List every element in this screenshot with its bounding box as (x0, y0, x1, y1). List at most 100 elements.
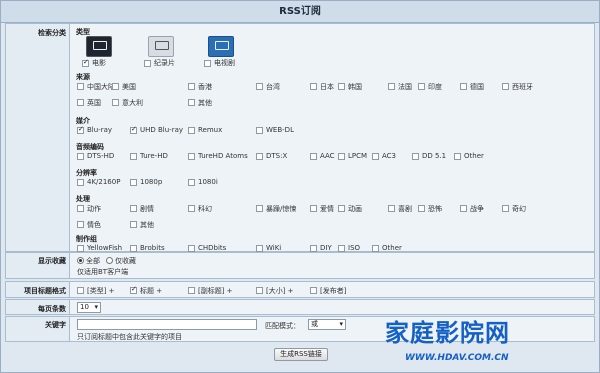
genre2-checkbox-0[interactable] (77, 221, 84, 228)
title-format-checkbox-4[interactable] (310, 287, 317, 294)
type-movie-checkbox[interactable] (82, 58, 89, 67)
source-checkbox-3[interactable] (256, 83, 263, 90)
group-checkbox-4[interactable] (310, 245, 317, 252)
genre-label-7: 恐怖 (428, 205, 442, 213)
page-title: RSS订阅 (1, 1, 599, 23)
audio-checkbox-6[interactable] (372, 153, 379, 160)
resolution-checkbox-2[interactable] (188, 179, 195, 186)
group-label-0: YellowFish (87, 244, 123, 252)
title-format-label-0: [类型] + (87, 287, 115, 295)
group-checkbox-2[interactable] (188, 245, 195, 252)
source-checkbox-0[interactable] (77, 83, 84, 90)
audio-label-4: AAC (320, 152, 335, 160)
source-checkbox-8[interactable] (460, 83, 467, 90)
source-label-5: 韩国 (348, 83, 362, 91)
source-checkbox-4[interactable] (310, 83, 317, 90)
group-checkbox-5[interactable] (338, 245, 345, 252)
title-format-label-3: [大小] + (266, 287, 294, 295)
match-mode-label: 匹配模式： (265, 322, 300, 330)
keyword-label: 关键字 (6, 317, 70, 341)
genre-label-8: 战争 (470, 205, 484, 213)
source-checkbox-6[interactable] (388, 83, 395, 90)
group-checkbox-1[interactable] (130, 245, 137, 252)
type-documentary-label: 纪录片 (154, 59, 175, 67)
generate-rss-button[interactable]: 生成RSS链接 (274, 348, 328, 361)
display-all-radio[interactable] (77, 257, 84, 264)
title-format-checkbox-1[interactable] (130, 285, 137, 294)
keyword-note: 只订阅标题中包含此关键字的项目 (77, 333, 182, 341)
audio-label-1: Ture-HD (140, 152, 168, 160)
genre-checkbox-6[interactable] (388, 205, 395, 212)
per-page-select[interactable]: 10 (77, 302, 101, 313)
title-format-content: [类型] + 标题 + [副标题] + [大小] + [发布者] (72, 282, 594, 297)
genre-checkbox-8[interactable] (460, 205, 467, 212)
group-heading: 制作组 (76, 235, 97, 243)
display-section: 显示收藏 全部 仅收藏 仅适用BT客户端 (5, 252, 595, 279)
genre-checkbox-4[interactable] (310, 205, 317, 212)
group-checkbox-6[interactable] (372, 245, 379, 252)
source-checkbox-2[interactable] (188, 83, 195, 90)
keyword-content: 匹配模式： 或 只订阅标题中包含此关键字的项目 (72, 317, 594, 341)
source-label-9: 西班牙 (512, 83, 533, 91)
title-format-checkbox-3[interactable] (256, 287, 263, 294)
audio-checkbox-7[interactable] (412, 153, 419, 160)
resolution-checkbox-0[interactable] (77, 179, 84, 186)
media-label-1: UHD Blu-ray (140, 126, 184, 134)
genre-checkbox-2[interactable] (188, 205, 195, 212)
group-label-6: Other (382, 244, 402, 252)
source-checkbox-5[interactable] (338, 83, 345, 90)
media-checkbox-3[interactable] (256, 127, 263, 134)
source2-checkbox-2[interactable] (188, 99, 195, 106)
audio-label-3: DTS:X (266, 152, 288, 160)
media-checkbox-2[interactable] (188, 127, 195, 134)
audio-checkbox-8[interactable] (454, 153, 461, 160)
genre-checkbox-5[interactable] (338, 205, 345, 212)
match-mode-select[interactable]: 或 (308, 319, 346, 330)
audio-checkbox-2[interactable] (188, 153, 195, 160)
source2-checkbox-0[interactable] (77, 99, 84, 106)
genre-label-3: 暴躁/惊悚 (266, 205, 297, 213)
source-label-0: 中国大陆 (87, 83, 115, 91)
genre-label-0: 动作 (87, 205, 101, 213)
resolution-checkbox-1[interactable] (130, 179, 137, 186)
tv-icon (208, 36, 234, 57)
genre-checkbox-7[interactable] (418, 205, 425, 212)
genre-checkbox-1[interactable] (130, 205, 137, 212)
media-checkbox-1[interactable] (130, 125, 137, 134)
source2-checkbox-1[interactable] (112, 99, 119, 106)
display-favorites-radio[interactable] (106, 257, 113, 264)
title-format-label-2: [副标题] + (198, 287, 233, 295)
resolution-label-1: 1080p (140, 178, 163, 186)
audio-checkbox-0[interactable] (77, 153, 84, 160)
title-format-section: 项目标题格式 [类型] + 标题 + [副标题] + [大小] + [发布者] (5, 281, 595, 298)
title-format-checkbox-2[interactable] (188, 287, 195, 294)
group-checkbox-0[interactable] (77, 245, 84, 252)
genre-checkbox-3[interactable] (256, 205, 263, 212)
genre-checkbox-0[interactable] (77, 205, 84, 212)
audio-checkbox-4[interactable] (310, 153, 317, 160)
audio-label-5: LPCM (348, 152, 368, 160)
media-checkbox-0[interactable] (77, 125, 84, 134)
type-tv-checkbox[interactable] (204, 60, 211, 67)
genre2-label-1: 其他 (140, 221, 154, 229)
audio-checkbox-3[interactable] (256, 153, 263, 160)
audio-label-6: AC3 (382, 152, 397, 160)
source-checkbox-7[interactable] (418, 83, 425, 90)
title-format-label-1: 标题 + (140, 287, 163, 295)
type-movie-label: 电影 (92, 59, 106, 67)
group-checkbox-3[interactable] (256, 245, 263, 252)
source-heading: 来源 (76, 73, 90, 81)
audio-checkbox-1[interactable] (130, 153, 137, 160)
keyword-input[interactable] (77, 319, 257, 330)
display-all-label: 全部 (86, 257, 100, 265)
source-checkbox-1[interactable] (112, 83, 119, 90)
resolution-label-0: 4K/2160P (87, 178, 121, 186)
media-label-2: Remux (198, 126, 223, 134)
genre2-checkbox-1[interactable] (130, 221, 137, 228)
genre-checkbox-9[interactable] (502, 205, 509, 212)
source-checkbox-9[interactable] (502, 83, 509, 90)
title-format-checkbox-0[interactable] (77, 287, 84, 294)
audio-checkbox-5[interactable] (338, 153, 345, 160)
type-documentary-checkbox[interactable] (144, 60, 151, 67)
media-label-0: Blu-ray (87, 126, 113, 134)
